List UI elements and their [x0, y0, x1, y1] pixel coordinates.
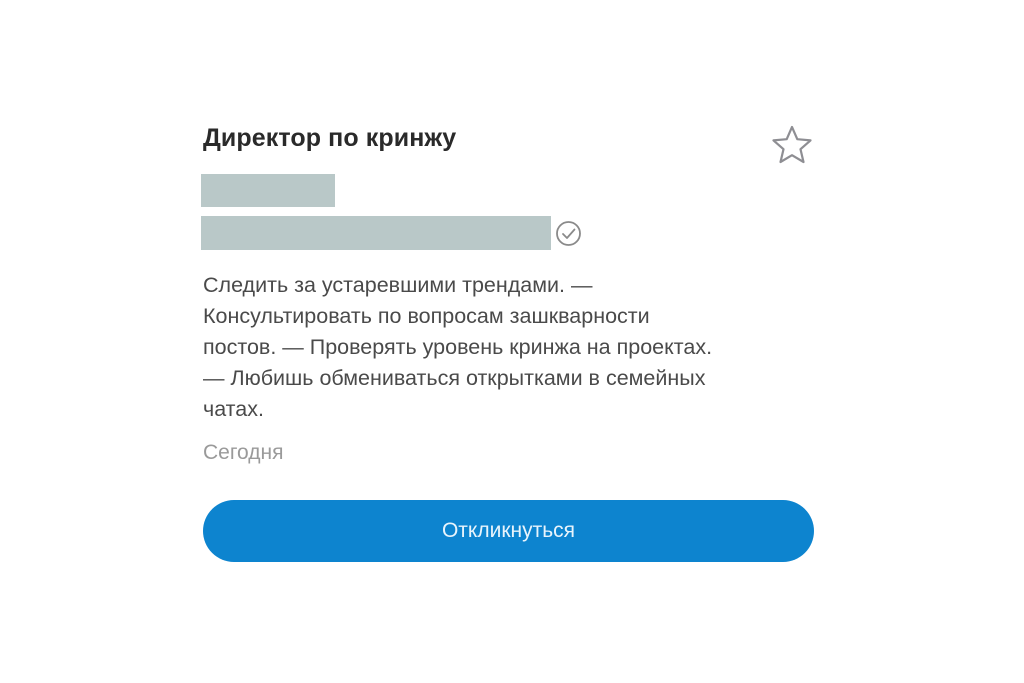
vacancy-card: Директор по кринжу Следить за устаревшим… — [0, 0, 1024, 683]
star-icon[interactable] — [771, 124, 813, 164]
description-line: Следить за устаревшими трендами. — — [203, 273, 593, 297]
company-info-redacted — [201, 216, 551, 250]
posted-date: Сегодня — [203, 441, 284, 464]
respond-button[interactable]: Откликнуться — [203, 500, 814, 562]
vacancy-description: Следить за устаревшими трендами. — Консу… — [203, 270, 823, 425]
description-line: Консультировать по вопросам зашкварности — [203, 304, 650, 328]
description-line: — Любишь обмениваться открытками в семей… — [203, 366, 706, 390]
vacancy-title[interactable]: Директор по кринжу — [203, 124, 456, 153]
description-line: чатах. — [203, 397, 264, 421]
description-line: постов. — Проверять уровень кринжа на пр… — [203, 335, 713, 359]
company-name-redacted — [201, 174, 335, 207]
check-circle-icon — [556, 221, 581, 246]
